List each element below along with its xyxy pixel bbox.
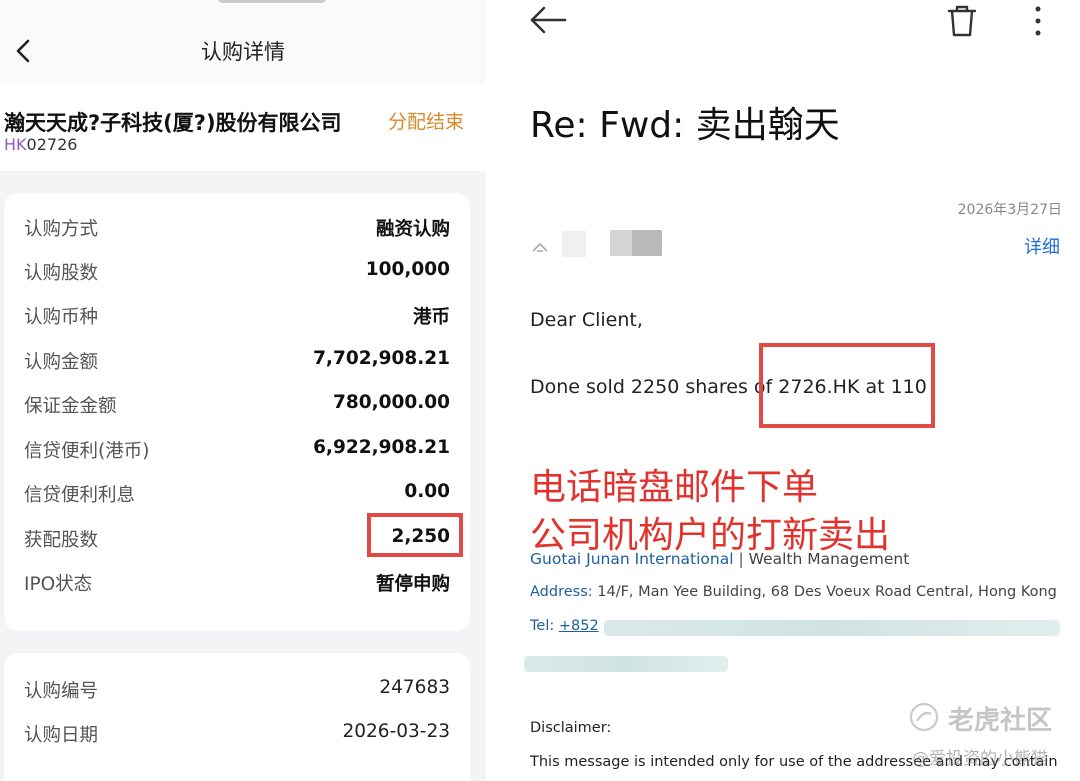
email-panel: Re: Fwd: 卖出翰天 2026年3月27日 详细 Dear Client,… <box>486 0 1080 781</box>
subscription-info-card: 认购方式 融资认购 认购股数 100,000 认购币种 港币 认购金额 7,70… <box>4 193 470 631</box>
tel-label: Tel: <box>530 618 555 634</box>
subscription-meta-card: 认购编号 247683 认购日期 2026-03-23 <box>4 653 470 781</box>
detail-value: 6,922,908.21 <box>313 437 450 458</box>
detail-row: 信贷便利(港币) 6,922,908.21 <box>24 437 450 467</box>
redacted-sender <box>562 231 586 257</box>
tel-link[interactable]: +852 <box>559 618 599 634</box>
redacted-sender-name <box>610 230 662 256</box>
address-label: Address: <box>530 584 593 600</box>
status-badge: 分配结束 <box>387 111 464 133</box>
detail-value: 0.00 <box>404 481 450 502</box>
redacted-contact <box>604 620 1060 636</box>
watermark-site: 老虎社区 <box>948 706 1053 736</box>
detail-row: 认购日期 2026-03-23 <box>24 721 450 751</box>
back-arrow-icon[interactable] <box>528 4 568 36</box>
detail-row: 认购币种 港币 <box>24 303 450 333</box>
detail-row: 认购编号 247683 <box>24 677 450 707</box>
detail-label: 认购金额 <box>24 352 99 373</box>
stock-code-line: HK02726 <box>4 135 77 154</box>
detail-label: 认购币种 <box>24 307 99 328</box>
subscription-detail-panel: 认购详情 瀚天天成?子科技(厦?)股份有限公司 HK02726 分配结束 认购方… <box>0 0 486 781</box>
redacted-contact <box>524 656 728 672</box>
detail-label: IPO状态 <box>24 574 93 595</box>
detail-row: 认购股数 100,000 <box>24 259 450 289</box>
detail-label: 认购股数 <box>24 263 99 284</box>
detail-value: 100,000 <box>365 259 450 280</box>
division-name: Wealth Management <box>748 550 910 568</box>
detail-label: 信贷便利(港币) <box>24 441 150 462</box>
detail-value: 港币 <box>412 307 450 328</box>
detail-value: 247683 <box>379 677 450 698</box>
stock-name: 瀚天天成?子科技(厦?)股份有限公司 <box>4 111 342 135</box>
status-bar-pill <box>218 0 326 3</box>
highlight-box-allocated <box>367 513 463 557</box>
detail-row: 保证金金额 780,000.00 <box>24 392 450 422</box>
detail-label: 保证金金额 <box>24 396 117 417</box>
annotation-text: 电话暗盘邮件下单 <box>530 467 819 508</box>
address-value: 14/F, Man Yee Building, 68 Des Voeux Roa… <box>597 584 1057 600</box>
signature-company: Guotai Junan International | Wealth Mana… <box>530 550 909 568</box>
detail-value: 融资认购 <box>375 219 450 240</box>
sender-icon <box>532 242 548 252</box>
email-greeting: Dear Client, <box>530 309 643 331</box>
separator: | <box>738 550 744 568</box>
detail-value: 780,000.00 <box>332 392 450 413</box>
more-options-icon[interactable] <box>1030 4 1046 38</box>
page-title: 认购详情 <box>201 40 285 64</box>
watermark-logo-icon <box>909 702 939 732</box>
detail-row: 信贷便利利息 0.00 <box>24 481 450 511</box>
detail-value: 2026-03-23 <box>342 721 450 742</box>
firm-name: Guotai Junan International <box>530 550 734 568</box>
detail-value: 暂停申购 <box>375 574 450 595</box>
market-tag: HK <box>4 135 27 154</box>
stock-code: 02726 <box>26 135 78 154</box>
disclaimer-title: Disclaimer: <box>530 720 612 736</box>
detail-row: 认购金额 7,702,908.21 <box>24 348 450 378</box>
app-header: 认购详情 <box>0 0 486 82</box>
detail-value: 7,702,908.21 <box>313 348 450 369</box>
detail-row: IPO状态 暂停申购 <box>24 570 450 600</box>
stock-header: 瀚天天成?子科技(厦?)股份有限公司 HK02726 分配结束 <box>0 83 486 171</box>
trash-icon[interactable] <box>946 3 978 39</box>
detail-label: 认购编号 <box>24 681 99 702</box>
signature-address: Address: 14/F, Man Yee Building, 68 Des … <box>530 584 1057 600</box>
watermark-user: @爱投资的小熊猫 <box>912 749 1048 769</box>
signature-tel: Tel: +852 <box>530 618 599 634</box>
detail-row: 认购方式 融资认购 <box>24 215 450 245</box>
email-subject: Re: Fwd: 卖出翰天 <box>530 105 840 146</box>
highlight-box-price <box>759 343 935 428</box>
detail-label: 认购日期 <box>24 725 99 746</box>
email-date: 2026年3月27日 <box>957 202 1062 218</box>
detail-label: 认购方式 <box>24 219 99 240</box>
detail-label: 获配股数 <box>24 530 99 551</box>
details-link[interactable]: 详细 <box>1024 233 1060 259</box>
detail-label: 信贷便利利息 <box>24 485 136 506</box>
